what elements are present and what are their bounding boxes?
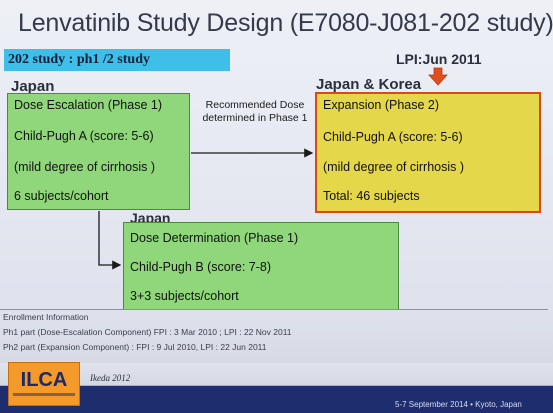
logo-text: ILCA xyxy=(20,369,68,391)
arrow-label-line2: determined in Phase 1 xyxy=(202,112,308,124)
slide-title: Lenvatinib Study Design (E7080-J081-202 … xyxy=(18,9,553,37)
expansion-child-pugh: Child-Pugh A (score: 5-6) xyxy=(323,130,463,144)
escalation-subjects: 6 subjects/cohort xyxy=(14,189,109,203)
down-arrow-icon xyxy=(428,67,448,86)
expansion-heading: Expansion (Phase 2) xyxy=(323,98,440,112)
region-label-japan-korea: Japan & Korea xyxy=(316,76,422,93)
dose-determination-box: Dose Determination (Phase 1) Child-Pugh … xyxy=(123,222,399,310)
slide: Lenvatinib Study Design (E7080-J081-202 … xyxy=(0,0,553,413)
enrollment-heading: Enrollment Information xyxy=(3,312,89,322)
escalation-heading: Dose Escalation (Phase 1) xyxy=(14,98,162,112)
enrollment-ph2: Ph2 part (Expansion Component) : FPI : 9… xyxy=(3,342,267,352)
expansion-box: Expansion (Phase 2) Child-Pugh A (score:… xyxy=(315,92,541,213)
expansion-total: Total: 46 subjects xyxy=(323,189,420,203)
arrow-label-line1: Recommended Dose xyxy=(205,99,305,111)
ilca-logo: ILCA xyxy=(8,362,80,406)
expansion-cirrhosis: (mild degree of cirrhosis ) xyxy=(323,160,465,174)
determination-child-pugh: Child-Pugh B (score: 7-8) xyxy=(130,260,272,274)
determination-subjects: 3+3 subjects/cohort xyxy=(130,289,239,303)
lpi-label: LPI:Jun 2011 xyxy=(396,51,482,67)
escalation-cirrhosis: (mild degree of cirrhosis ) xyxy=(14,160,156,174)
enrollment-info: Enrollment Information Ph1 part (Dose-Es… xyxy=(0,309,548,368)
event-info: 5-7 September 2014 • Kyoto, Japan xyxy=(395,400,522,409)
arrow-to-determination xyxy=(98,211,122,270)
determination-heading: Dose Determination (Phase 1) xyxy=(130,231,299,245)
citation: Ikeda 2012 xyxy=(90,373,131,383)
escalation-child-pugh: Child-Pugh A (score: 5-6) xyxy=(14,129,154,143)
enrollment-ph1: Ph1 part (Dose-Escalation Component) FPI… xyxy=(3,327,292,337)
dose-escalation-box: Dose Escalation (Phase 1) Child-Pugh A (… xyxy=(7,93,190,210)
arrow-label: Recommended Dose determined in Phase 1 xyxy=(196,99,314,125)
logo-underline xyxy=(13,393,75,396)
subtitle-text: 202 study : ph1 /2 study xyxy=(8,52,150,67)
